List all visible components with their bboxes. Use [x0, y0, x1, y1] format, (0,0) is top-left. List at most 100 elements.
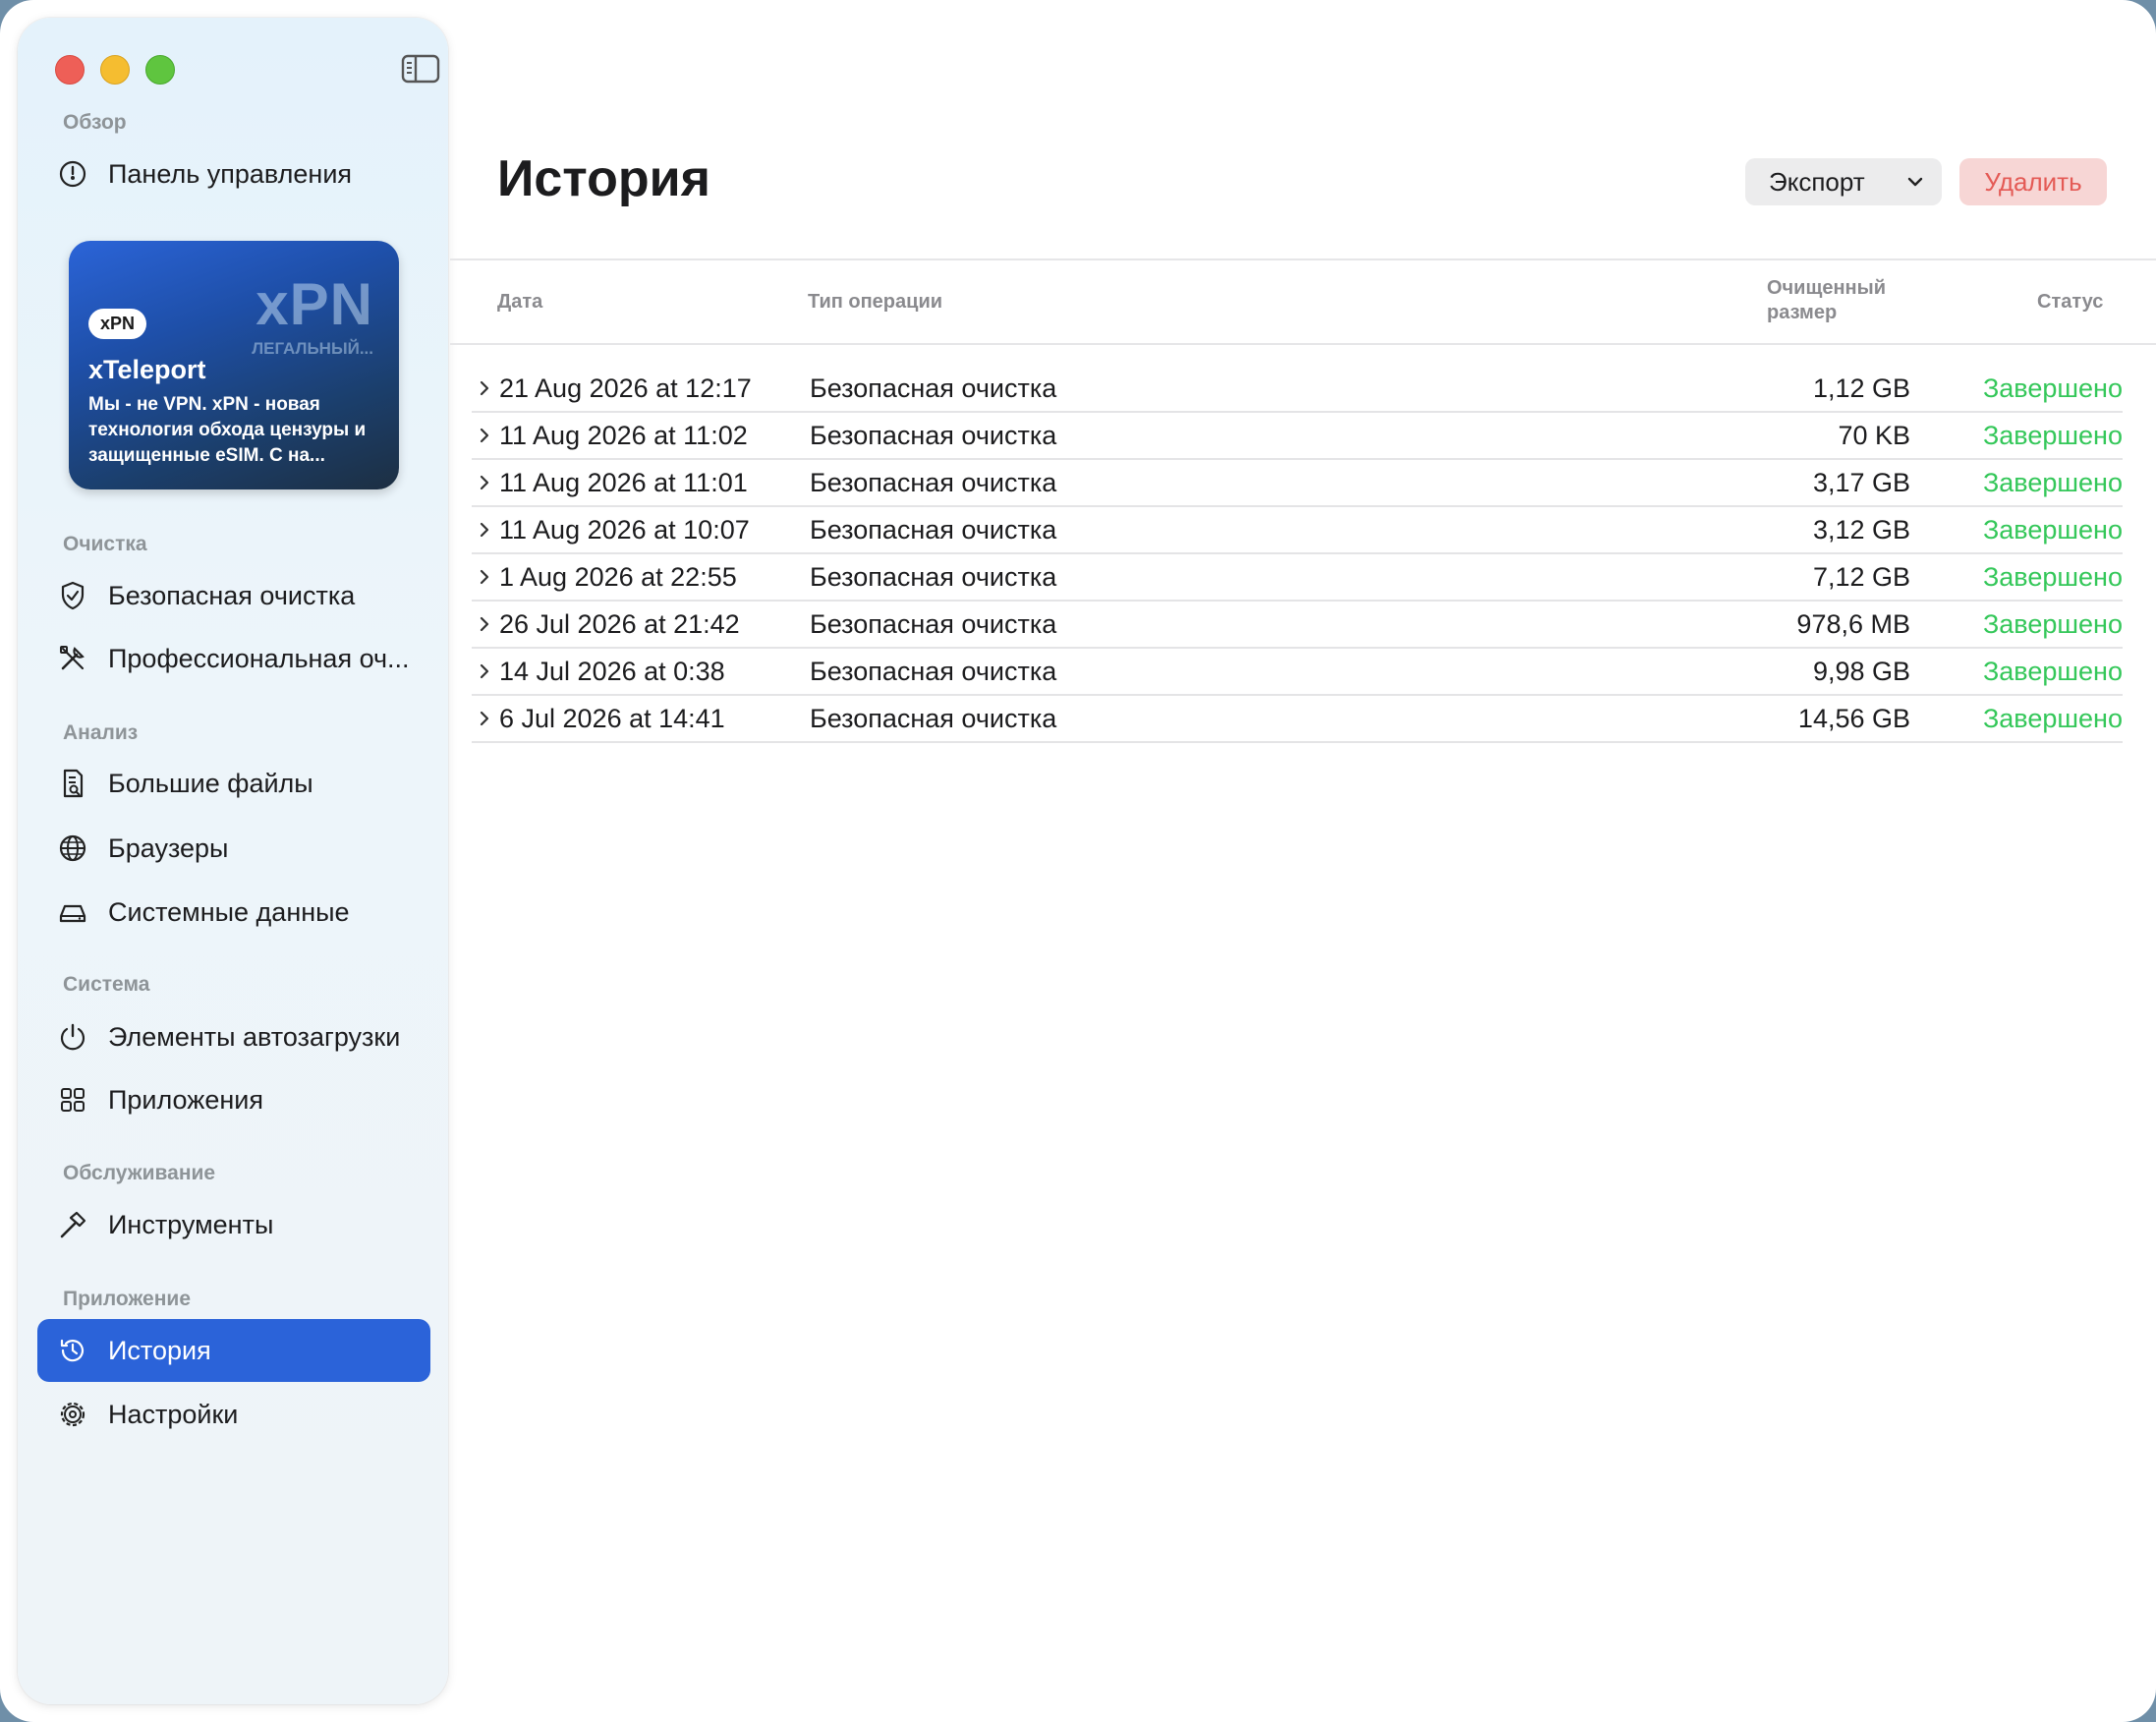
chevron-down-icon — [1906, 173, 1924, 196]
column-header-date[interactable]: Дата — [497, 291, 542, 314]
gear-icon — [55, 1397, 90, 1432]
column-header-size-line1: Очищенный — [1767, 277, 1886, 299]
cell-type: Безопасная очистка — [810, 562, 1057, 592]
chevron-right-icon[interactable] — [478, 379, 491, 402]
sidebar-item-label: Системные данные — [108, 896, 350, 927]
sidebar-item-large-files[interactable]: Большие файлы — [37, 752, 430, 815]
promo-banner[interactable]: xPN ЛЕГАЛЬНЫЙ... xPN xTeleport Мы - не V… — [69, 241, 399, 489]
sidebar-item-label: Настройки — [108, 1399, 239, 1429]
cell-status: Завершено — [1982, 468, 2123, 497]
cell-size: 14,56 GB — [1797, 704, 1910, 733]
cell-date: 26 Jul 2026 at 21:42 — [499, 609, 740, 639]
column-header-type[interactable]: Тип операции — [808, 291, 942, 314]
sidebar-item-browsers[interactable]: Браузеры — [37, 817, 430, 880]
delete-button[interactable]: Удалить — [1959, 158, 2107, 205]
cell-type: Безопасная очистка — [810, 609, 1057, 639]
power-icon — [55, 1019, 90, 1055]
table-row[interactable]: 6 Jul 2026 at 14:41 Безопасная очистка 14,… — [472, 696, 2123, 743]
cell-type: Безопасная очистка — [810, 373, 1057, 403]
document-search-icon — [55, 766, 90, 801]
chevron-right-icon[interactable] — [478, 568, 491, 591]
cell-date: 21 Aug 2026 at 12:17 — [499, 373, 752, 403]
cell-date: 1 Aug 2026 at 22:55 — [499, 562, 737, 592]
minimize-window-button[interactable] — [100, 55, 130, 85]
table-row[interactable]: 21 Aug 2026 at 12:17 Безопасная очистка 1,… — [472, 366, 2123, 413]
cell-status: Завершено — [1982, 515, 2123, 545]
table-row[interactable]: 11 Aug 2026 at 11:02 Безопасная очистка 70… — [472, 413, 2123, 460]
sidebar-item-label: Безопасная очистка — [108, 580, 356, 610]
cell-status: Завершено — [1982, 421, 2123, 450]
sidebar-item-login-items[interactable]: Элементы автозагрузки — [37, 1005, 430, 1068]
cell-date: 6 Jul 2026 at 14:41 — [499, 704, 725, 733]
close-window-button[interactable] — [55, 55, 85, 85]
sidebar-item-label: Профессиональная оч... — [108, 643, 410, 673]
chevron-right-icon[interactable] — [478, 662, 491, 685]
table-row[interactable]: 14 Jul 2026 at 0:38 Безопасная очистка 9,9… — [472, 649, 2123, 696]
cell-size: 70 KB — [1838, 421, 1910, 450]
cell-status: Завершено — [1982, 562, 2123, 592]
sidebar-item-label: Большие файлы — [108, 768, 313, 798]
promo-name: xTeleport — [88, 355, 206, 384]
promo-description: Мы - не VPN. xPN - новая технология обхо… — [88, 394, 367, 466]
table-row[interactable]: 11 Aug 2026 at 11:01 Безопасная очистка 3,… — [472, 460, 2123, 507]
cell-status: Завершено — [1982, 704, 2123, 733]
column-header-size[interactable]: Очищенный размер — [1767, 277, 1886, 324]
section-analysis: Анализ — [63, 721, 139, 744]
sidebar-item-label: История — [108, 1335, 211, 1365]
chevron-right-icon[interactable] — [478, 427, 491, 449]
drive-icon — [55, 894, 90, 930]
cell-status: Завершено — [1982, 657, 2123, 686]
sidebar-item-tools[interactable]: Инструменты — [37, 1193, 430, 1256]
cell-date: 14 Jul 2026 at 0:38 — [499, 657, 725, 686]
sidebar-item-label: Инструменты — [108, 1209, 274, 1239]
grid-icon — [55, 1082, 90, 1118]
tools-icon — [55, 641, 90, 676]
section-maintenance: Обслуживание — [63, 1162, 216, 1184]
promo-tagline: ЛЕГАЛЬНЫЙ... — [252, 339, 373, 358]
chevron-right-icon[interactable] — [478, 710, 491, 732]
clock-history-icon — [55, 1333, 90, 1368]
table-header-divider — [450, 343, 2156, 345]
cell-size: 3,12 GB — [1812, 515, 1910, 545]
cell-status: Завершено — [1982, 609, 2123, 639]
chevron-right-icon[interactable] — [478, 474, 491, 496]
history-table: 21 Aug 2026 at 12:17 Безопасная очистка 1,… — [472, 366, 2123, 743]
sidebar-toggle-icon[interactable] — [401, 53, 440, 85]
cell-date: 11 Aug 2026 at 11:01 — [499, 468, 748, 497]
section-cleaning: Очистка — [63, 533, 147, 555]
export-button[interactable]: Экспорт — [1745, 158, 1942, 205]
table-row[interactable]: 1 Aug 2026 at 22:55 Безопасная очистка 7,1… — [472, 554, 2123, 602]
sidebar-item-label: Панель управления — [108, 158, 353, 189]
column-header-status[interactable]: Статус — [2037, 291, 2103, 314]
cell-size: 7,12 GB — [1812, 562, 1910, 592]
page-title: История — [497, 150, 710, 207]
cell-status: Завершено — [1982, 373, 2123, 403]
cell-type: Безопасная очистка — [810, 657, 1057, 686]
sidebar-item-settings[interactable]: Настройки — [37, 1383, 430, 1446]
section-system: Система — [63, 973, 150, 996]
sidebar-item-applications[interactable]: Приложения — [37, 1068, 430, 1131]
chevron-right-icon[interactable] — [478, 521, 491, 544]
promo-pill: xPN — [88, 309, 147, 339]
sidebar-item-system-data[interactable]: Системные данные — [37, 881, 430, 944]
cell-date: 11 Aug 2026 at 11:02 — [499, 421, 748, 450]
cell-type: Безопасная очистка — [810, 421, 1057, 450]
header-divider — [450, 258, 2156, 260]
sidebar-item-safe-clean[interactable]: Безопасная очистка — [37, 564, 430, 627]
zoom-window-button[interactable] — [145, 55, 175, 85]
gauge-icon — [55, 156, 90, 192]
sidebar-item-dashboard[interactable]: Панель управления — [37, 143, 430, 205]
table-row[interactable]: 26 Jul 2026 at 21:42 Безопасная очистка 97… — [472, 602, 2123, 649]
section-app: Приложение — [63, 1288, 192, 1310]
sidebar-item-history[interactable]: История — [37, 1319, 430, 1382]
delete-label: Удалить — [1984, 166, 2082, 197]
table-row[interactable]: 11 Aug 2026 at 10:07 Безопасная очистка 3,… — [472, 507, 2123, 554]
sidebar-item-pro-clean[interactable]: Профессиональная оч... — [37, 627, 430, 690]
cell-type: Безопасная очистка — [810, 704, 1057, 733]
sidebar-item-label: Браузеры — [108, 832, 229, 863]
chevron-right-icon[interactable] — [478, 615, 491, 638]
cell-type: Безопасная очистка — [810, 515, 1057, 545]
globe-icon — [55, 831, 90, 866]
shield-check-icon — [55, 578, 90, 613]
cell-size: 978,6 MB — [1796, 609, 1910, 639]
